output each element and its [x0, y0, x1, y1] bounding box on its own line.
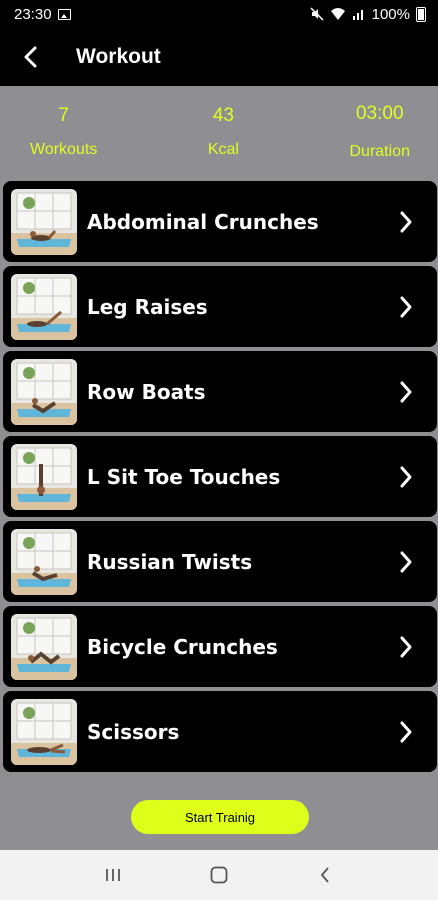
app-header: Workout: [0, 28, 438, 86]
exercise-thumbnail: [11, 443, 77, 510]
exercise-item-l-sit-toe-touches[interactable]: L Sit Toe Touches: [3, 436, 437, 517]
stat-value: 7: [58, 105, 69, 126]
stat-duration: 03:00 Duration: [350, 86, 410, 178]
stat-value: 43: [212, 105, 234, 126]
exercise-name: L Sit Toe Touches: [87, 464, 281, 489]
exercise-item-row-boats[interactable]: Row Boats: [3, 351, 437, 432]
mute-icon: [310, 7, 324, 21]
exercise-item-bicycle-crunches[interactable]: Bicycle Crunches: [3, 606, 437, 687]
status-bar: 23:30 100%: [0, 0, 438, 28]
exercise-name: Bicycle Crunches: [87, 634, 278, 659]
system-nav-bar: [0, 850, 438, 900]
battery-level: 100%: [371, 5, 410, 23]
exercise-name: Russian Twists: [87, 549, 253, 574]
home-button[interactable]: [199, 855, 239, 895]
status-right: 100%: [310, 6, 426, 23]
recent-apps-button[interactable]: [93, 855, 133, 895]
stat-label: Kcal: [207, 141, 239, 158]
wifi-icon: [330, 8, 345, 20]
stat-kcal: 43 Kcal: [208, 86, 239, 178]
exercise-thumbnail: [11, 188, 77, 255]
chevron-right-icon: [400, 551, 412, 572]
stat-workouts: 7 Workouts: [30, 86, 97, 178]
stat-label: Duration: [349, 143, 410, 160]
back-nav-button[interactable]: [305, 855, 345, 895]
back-arrow-icon: [24, 46, 37, 68]
stat-label: Workouts: [30, 141, 98, 158]
battery-icon: [416, 6, 426, 22]
exercise-thumbnail: [11, 613, 77, 680]
exercise-list: Abdominal Crunches Leg Raises Row Boats …: [3, 181, 437, 772]
exercise-item-abdominal-crunches[interactable]: Abdominal Crunches: [3, 181, 437, 262]
exercise-name: Scissors: [87, 719, 180, 744]
home-icon: [210, 866, 228, 884]
image-notification-icon: [57, 8, 71, 20]
exercise-thumbnail: [11, 528, 77, 595]
exercise-thumbnail: [11, 273, 77, 340]
exercise-item-scissors[interactable]: Scissors: [3, 691, 437, 772]
workout-stats: 7 Workouts 43 Kcal 03:00 Duration: [0, 86, 438, 178]
chevron-right-icon: [400, 466, 412, 487]
status-time: 23:30: [14, 5, 52, 23]
stat-value: 03:00: [355, 103, 404, 124]
exercise-name: Abdominal Crunches: [87, 209, 319, 234]
status-left: 23:30: [14, 6, 71, 23]
chevron-right-icon: [400, 381, 412, 402]
back-button[interactable]: [0, 28, 62, 86]
exercise-item-leg-raises[interactable]: Leg Raises: [3, 266, 437, 347]
page-title: Workout: [76, 45, 161, 68]
exercise-name: Row Boats: [87, 379, 206, 404]
exercise-thumbnail: [11, 358, 77, 425]
signal-icon: [352, 10, 363, 20]
chevron-right-icon: [400, 636, 412, 657]
chevron-right-icon: [400, 296, 412, 317]
start-training-button[interactable]: Start Trainig: [131, 800, 309, 834]
exercise-name: Leg Raises: [87, 294, 208, 319]
back-nav-icon: [320, 867, 329, 883]
chevron-right-icon: [400, 721, 412, 742]
exercise-thumbnail: [11, 698, 77, 765]
exercise-item-russian-twists[interactable]: Russian Twists: [3, 521, 437, 602]
chevron-right-icon: [400, 211, 412, 232]
recent-apps-icon: [106, 869, 120, 881]
